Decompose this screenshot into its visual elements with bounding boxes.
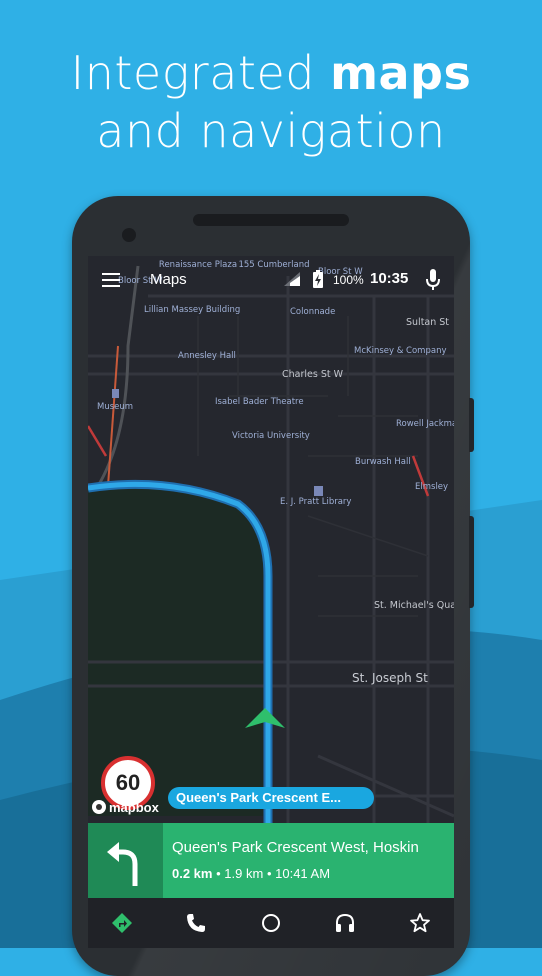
menu-icon[interactable] — [102, 273, 120, 287]
home-circle-icon[interactable] — [259, 911, 283, 935]
mapbox-logo-icon — [92, 800, 106, 814]
map-label-charles: Charles St W — [282, 369, 344, 380]
map-label-lillian: Lillian Massey Building — [144, 305, 240, 315]
map-label-burwash: Burwash Hall — [355, 457, 411, 467]
turn-instruction — [88, 823, 163, 898]
navigation-card[interactable]: Queen's Park Crescent West, Hoskin 0.2 k… — [88, 823, 454, 898]
phone-camera — [122, 228, 136, 242]
headline-bold: maps — [330, 46, 472, 100]
clock: 10:35 — [370, 270, 409, 287]
microphone-icon[interactable] — [426, 269, 440, 291]
separator-2: • — [266, 866, 272, 881]
map-label-stmichaels: St. Michael's Quad — [374, 600, 454, 611]
eta: 10:41 AM — [275, 866, 331, 881]
map-label-pratt: E. J. Pratt Library — [280, 497, 351, 507]
battery-percent: 100% — [333, 273, 364, 287]
mapbox-text: mapbox — [109, 800, 159, 815]
mapbox-attribution[interactable]: mapbox — [92, 800, 159, 818]
map-label-elmsley: Elmsley — [415, 482, 448, 492]
map-label-mckinsey: McKinsey & Company — [354, 346, 447, 356]
turn-left-arrow-icon — [107, 842, 138, 886]
navigation-info: 0.2 km • 1.9 km • 10:41 AM — [172, 866, 330, 881]
map-label-sultan: Sultan St — [406, 317, 449, 328]
map-label-colonnade: Colonnade — [290, 307, 335, 317]
map-label-stjoseph: St. Joseph St — [352, 671, 428, 685]
signal-icon — [284, 272, 300, 286]
headphones-icon[interactable] — [333, 911, 357, 935]
status-bar: Maps 100% 10:35 — [88, 266, 454, 294]
battery-charging-icon — [313, 270, 323, 288]
separator-1: • — [216, 866, 221, 881]
navigation-icon[interactable] — [110, 911, 134, 935]
map-label-isabel: Isabel Bader Theatre — [215, 397, 304, 407]
headline-line2: and navigation — [96, 104, 446, 158]
bottom-navigation-bar — [88, 898, 454, 948]
phone-screen: Renaissance Plaza 155 Cumberland Bloor S… — [88, 256, 454, 948]
distance-to-turn: 0.2 km — [172, 866, 213, 881]
map-label-rowell: Rowell Jackman Hall — [396, 419, 454, 429]
map-label-museum: Museum — [97, 402, 133, 412]
phone-volume-button — [469, 516, 474, 608]
remaining-distance: 1.9 km — [224, 866, 264, 881]
phone-power-button — [469, 398, 474, 452]
map-label-annesley: Annesley Hall — [178, 351, 236, 361]
current-street-pill: Queen's Park Crescent E... — [168, 787, 374, 809]
next-street: Queen's Park Crescent West, Hoskin — [172, 839, 419, 856]
map-label-victoria: Victoria University — [232, 431, 310, 441]
phone-speaker — [193, 214, 349, 226]
phone-icon[interactable] — [184, 911, 208, 935]
headline-regular: Integrated — [70, 46, 315, 100]
app-title: Maps — [150, 271, 187, 288]
star-icon[interactable] — [408, 911, 432, 935]
headline: Integrated maps and navigation — [0, 44, 542, 160]
